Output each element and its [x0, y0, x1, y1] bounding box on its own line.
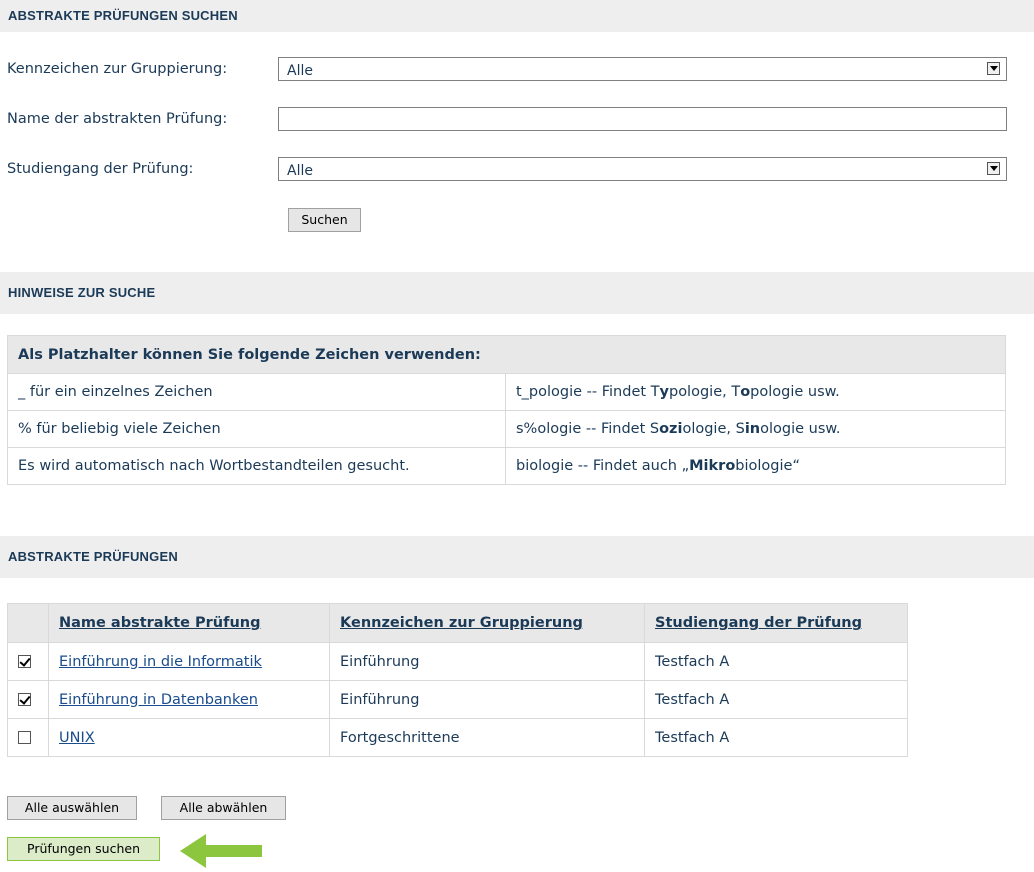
column-header-program[interactable]: Studiengang der Prüfung — [644, 603, 908, 643]
hint-example: s%ologie -- Findet Soziologie, Sinologie… — [505, 410, 1006, 448]
grouping-select[interactable]: Alle — [278, 57, 1007, 81]
table-row: Einführung in Datenbanken Einführung Tes… — [7, 680, 908, 719]
checkbox-column-header — [7, 603, 49, 643]
row-select-cell — [7, 642, 49, 681]
hint-example: t_pologie -- Findet Typologie, Topologie… — [505, 373, 1006, 411]
group-cell: Fortgeschrittene — [329, 718, 645, 757]
program-cell: Testfach A — [644, 680, 908, 719]
hints-table-header-row: Als Platzhalter können Sie folgende Zeic… — [7, 335, 1006, 374]
hints-section-header: HINWEISE ZUR SUCHE — [0, 272, 1034, 314]
chevron-down-icon[interactable] — [987, 162, 1000, 175]
table-row: UNIX Fortgeschrittene Testfach A — [7, 718, 908, 757]
hint-example: biologie -- Findet auch „Mikrobiologie“ — [505, 447, 1006, 485]
program-select-value: Alle — [287, 163, 313, 179]
exam-link[interactable]: Einführung in Datenbanken — [59, 692, 258, 708]
search-button[interactable]: Suchen — [288, 208, 361, 232]
chevron-down-icon[interactable] — [987, 62, 1000, 75]
program-cell: Testfach A — [644, 718, 908, 757]
program-select[interactable]: Alle — [278, 157, 1007, 181]
deselect-all-button[interactable]: Alle abwählen — [161, 796, 286, 820]
name-label: Name der abstrakten Prüfung: — [7, 111, 228, 127]
row-checkbox[interactable] — [18, 693, 31, 706]
row-select-cell — [7, 680, 49, 719]
hints-table-header: Als Platzhalter können Sie folgende Zeic… — [7, 335, 1006, 374]
exam-link[interactable]: UNIX — [59, 730, 95, 746]
results-section-title: ABSTRAKTE PRÜFUNGEN — [8, 549, 178, 564]
search-exams-button[interactable]: Prüfungen suchen — [7, 837, 160, 861]
grouping-select-value: Alle — [287, 63, 313, 79]
exam-name-cell: UNIX — [48, 718, 330, 757]
hints-table: Als Platzhalter können Sie folgende Zeic… — [7, 335, 1006, 485]
exam-name-cell: Einführung in Datenbanken — [48, 680, 330, 719]
group-cell: Einführung — [329, 642, 645, 681]
sort-link-name[interactable]: Name abstrakte Prüfung — [59, 615, 260, 631]
results-table-header-row: Name abstrakte Prüfung Kennzeichen zur G… — [7, 603, 908, 643]
select-all-button[interactable]: Alle auswählen — [7, 796, 137, 820]
sort-link-group[interactable]: Kennzeichen zur Gruppierung — [340, 615, 583, 631]
column-header-name[interactable]: Name abstrakte Prüfung — [48, 603, 330, 643]
arrow-left-icon — [180, 834, 262, 868]
hint-row: Es wird automatisch nach Wortbestandteil… — [7, 447, 1006, 485]
sort-link-program[interactable]: Studiengang der Prüfung — [655, 615, 862, 631]
row-checkbox[interactable] — [18, 731, 31, 744]
exam-link[interactable]: Einführung in die Informatik — [59, 654, 262, 670]
row-select-cell — [7, 718, 49, 757]
table-row: Einführung in die Informatik Einführung … — [7, 642, 908, 681]
name-input[interactable] — [278, 107, 1007, 131]
row-checkbox[interactable] — [18, 655, 31, 668]
search-section-title: ABSTRAKTE PRÜFUNGEN SUCHEN — [8, 8, 238, 23]
hints-section-title: HINWEISE ZUR SUCHE — [8, 285, 156, 300]
results-section-header: ABSTRAKTE PRÜFUNGEN — [0, 536, 1034, 578]
grouping-label: Kennzeichen zur Gruppierung: — [7, 61, 228, 77]
hint-rule: % für beliebig viele Zeichen — [7, 410, 506, 448]
hint-rule: _ für ein einzelnes Zeichen — [7, 373, 506, 411]
column-header-group[interactable]: Kennzeichen zur Gruppierung — [329, 603, 645, 643]
search-section-header: ABSTRAKTE PRÜFUNGEN SUCHEN — [0, 0, 1034, 32]
exam-name-cell: Einführung in die Informatik — [48, 642, 330, 681]
program-label: Studiengang der Prüfung: — [7, 161, 194, 177]
hint-row: % für beliebig viele Zeichen s%ologie --… — [7, 410, 1006, 448]
results-table: Name abstrakte Prüfung Kennzeichen zur G… — [7, 603, 908, 757]
program-cell: Testfach A — [644, 642, 908, 681]
hint-row: _ für ein einzelnes Zeichen t_pologie --… — [7, 373, 1006, 411]
group-cell: Einführung — [329, 680, 645, 719]
hint-rule: Es wird automatisch nach Wortbestandteil… — [7, 447, 506, 485]
